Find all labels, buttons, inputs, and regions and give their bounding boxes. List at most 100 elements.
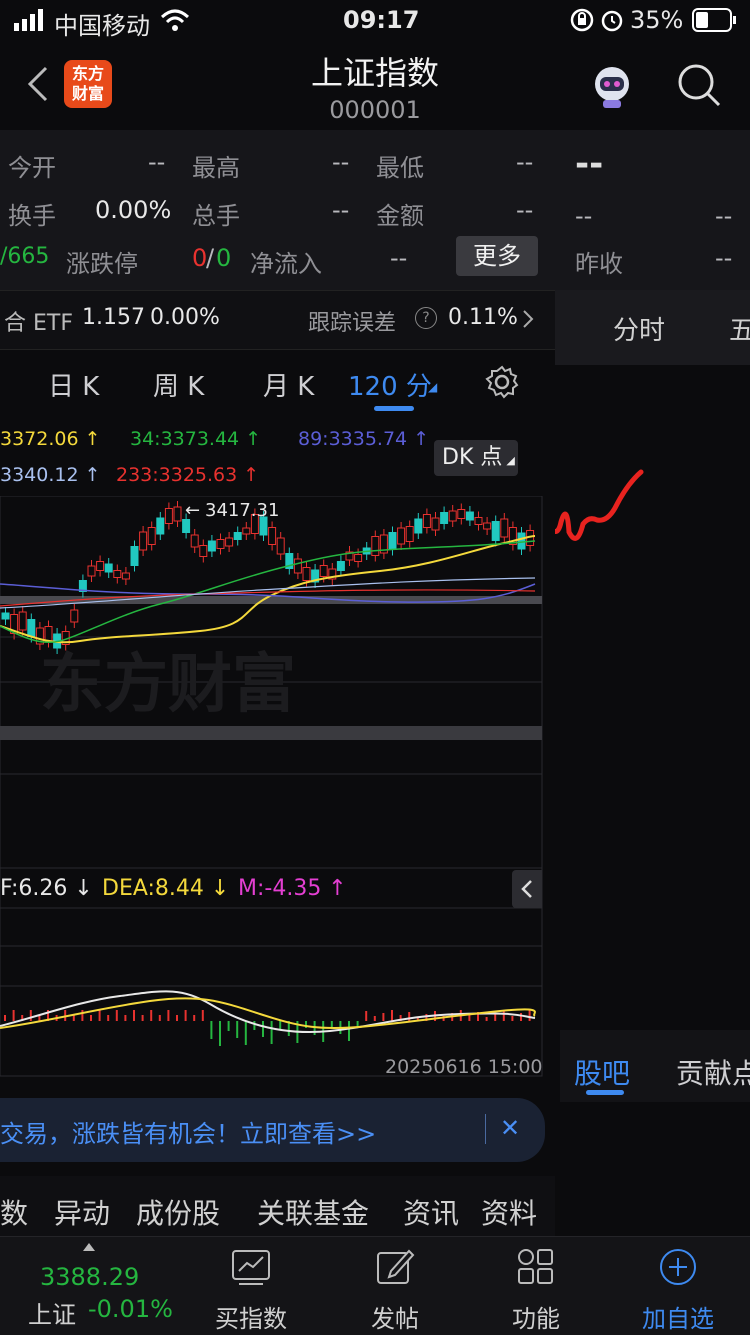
candle-body <box>207 540 216 552</box>
buy-index-tab[interactable]: 买指数 <box>196 1247 306 1334</box>
candle-body <box>371 536 380 556</box>
amount-label: 金额 <box>376 202 424 230</box>
candle-body <box>113 570 122 578</box>
high-label: 最高 <box>192 154 240 182</box>
right-chart-area <box>555 365 750 1030</box>
candle-body <box>431 517 440 531</box>
candle-body <box>414 518 423 534</box>
banner-text[interactable]: 交易，涨跌皆有机会！立即查看>> <box>0 1114 376 1149</box>
active-tab-indicator <box>374 406 414 411</box>
tab-stock-forum[interactable]: 股吧 <box>574 1052 630 1092</box>
dea-label: DEA:8.44 ↓ <box>102 876 230 901</box>
candle-body <box>319 565 328 577</box>
chart-timestamp: 20250616 15:00 <box>385 1056 543 1078</box>
tab-intraday[interactable]: 分时 <box>613 310 665 347</box>
promo-banner[interactable]: 交易，涨跌皆有机会！立即查看>> ✕ <box>0 1098 545 1162</box>
tracking-error-value: 0.11% <box>448 305 518 330</box>
right-right-value: -- <box>715 202 733 230</box>
functions-tab[interactable]: 功能 <box>481 1247 591 1334</box>
etf-change: 0.00% <box>150 305 220 330</box>
right-tabs: 分时 五 <box>555 290 750 365</box>
tab-contribution[interactable]: 贡献点 <box>676 1052 750 1092</box>
tab-month-k[interactable]: 月 K <box>263 366 314 403</box>
ma34-label: 34:3373.44 ↑ <box>130 428 262 450</box>
candle-body <box>242 527 251 535</box>
tab-profile[interactable]: 资料 <box>481 1192 537 1232</box>
ratio-value: /665 <box>0 244 50 269</box>
tab-index[interactable]: 数 <box>0 1192 28 1232</box>
candle-body <box>225 537 234 547</box>
right-big-value: -- <box>575 144 604 184</box>
high-marker-arrow: ← <box>185 500 200 521</box>
section-tabs: 数 异动 成份股 关联基金 资讯 资料 <box>0 1176 555 1236</box>
dropdown-corner-icon: ◢ <box>428 380 438 394</box>
page-title: 上证指数 <box>310 54 439 92</box>
battery-percent: 35% <box>630 6 684 34</box>
candle-body <box>405 526 414 542</box>
brand-logo: 东方 财富 <box>64 60 112 108</box>
battery-icon <box>692 8 738 38</box>
right-bottom-tabs: 股吧 贡献点 <box>560 1030 750 1102</box>
candle-body <box>18 611 27 631</box>
tab-news[interactable]: 资讯 <box>403 1192 459 1232</box>
tab-five-day[interactable]: 五 <box>729 310 750 347</box>
stock-code: 000001 <box>329 96 421 124</box>
open-value: -- <box>148 148 166 176</box>
expand-up-icon[interactable] <box>83 1243 95 1251</box>
candle-body <box>233 532 242 540</box>
dropdown-corner-icon: ◢ <box>506 454 515 467</box>
quote-right-panel: -- -- -- 昨收 -- <box>555 130 750 290</box>
candle-body <box>491 521 500 541</box>
tab-related-funds[interactable]: 关联基金 <box>257 1192 369 1232</box>
dk-point-label: DK 点 <box>442 445 503 470</box>
tab-movement[interactable]: 异动 <box>54 1192 110 1232</box>
candle-body <box>517 532 526 550</box>
candle-body <box>96 561 105 571</box>
low-value: -- <box>516 148 534 176</box>
candle-body <box>483 522 492 530</box>
candle-body <box>465 511 474 521</box>
candle-body <box>448 510 457 522</box>
collapse-chevron-button[interactable] <box>512 870 542 908</box>
turnover-label: 换手 <box>8 202 56 230</box>
tab-constituents[interactable]: 成份股 <box>136 1192 220 1232</box>
tab-day-k[interactable]: 日 K <box>48 366 99 403</box>
plus-circle-icon <box>660 1249 696 1285</box>
low-label: 最低 <box>376 154 424 182</box>
candle-body <box>302 567 311 581</box>
netflow-value: -- <box>390 244 408 272</box>
etf-price: 1.157 <box>82 305 145 330</box>
robot-assistant-icon[interactable] <box>588 62 636 114</box>
prev-close-label: 昨收 <box>575 250 623 278</box>
tab-120-min[interactable]: 120 分 <box>348 366 432 403</box>
more-button[interactable]: 更多 <box>456 236 538 276</box>
tab-week-k[interactable]: 周 K <box>153 366 204 403</box>
help-icon[interactable]: ? <box>415 307 437 329</box>
candle-body <box>104 563 113 573</box>
candle-body <box>87 565 96 577</box>
candle-body <box>130 546 139 566</box>
index-change: -0.01% <box>88 1295 173 1323</box>
kline-chart-panel: 3372.06 ↑ 34:3373.44 ↑ 89:3335.74 ↑ 3340… <box>0 418 555 1158</box>
candle-body <box>70 609 79 623</box>
settings-gear-icon[interactable] <box>484 364 520 407</box>
dk-point-button[interactable]: DK 点 ◢ <box>434 440 518 476</box>
back-chevron-icon[interactable] <box>26 64 50 108</box>
netflow-label: 净流入 <box>250 250 322 278</box>
add-watchlist-tab[interactable]: 加自选 <box>623 1247 733 1334</box>
limit-down-count: 0 <box>216 244 232 272</box>
post-tab[interactable]: 发帖 <box>340 1247 450 1334</box>
high-value: -- <box>332 148 350 176</box>
candle-body <box>190 534 199 548</box>
prev-close-value: -- <box>715 244 733 272</box>
search-icon[interactable] <box>676 62 722 112</box>
index-name: 上证 <box>28 1301 76 1329</box>
high-marker: 3417.31 <box>205 500 279 521</box>
etf-row[interactable]: 合 ETF 1.157 0.00% 跟踪误差 ? 0.11% <box>0 290 555 350</box>
logo-line-2: 财富 <box>71 84 104 103</box>
dif-line <box>0 990 536 1033</box>
limit-up-count: 0 <box>192 244 208 272</box>
candle-body <box>147 527 156 545</box>
banner-close-icon[interactable]: ✕ <box>500 1114 520 1142</box>
m-label: M:-4.35 ↑ <box>238 876 347 901</box>
